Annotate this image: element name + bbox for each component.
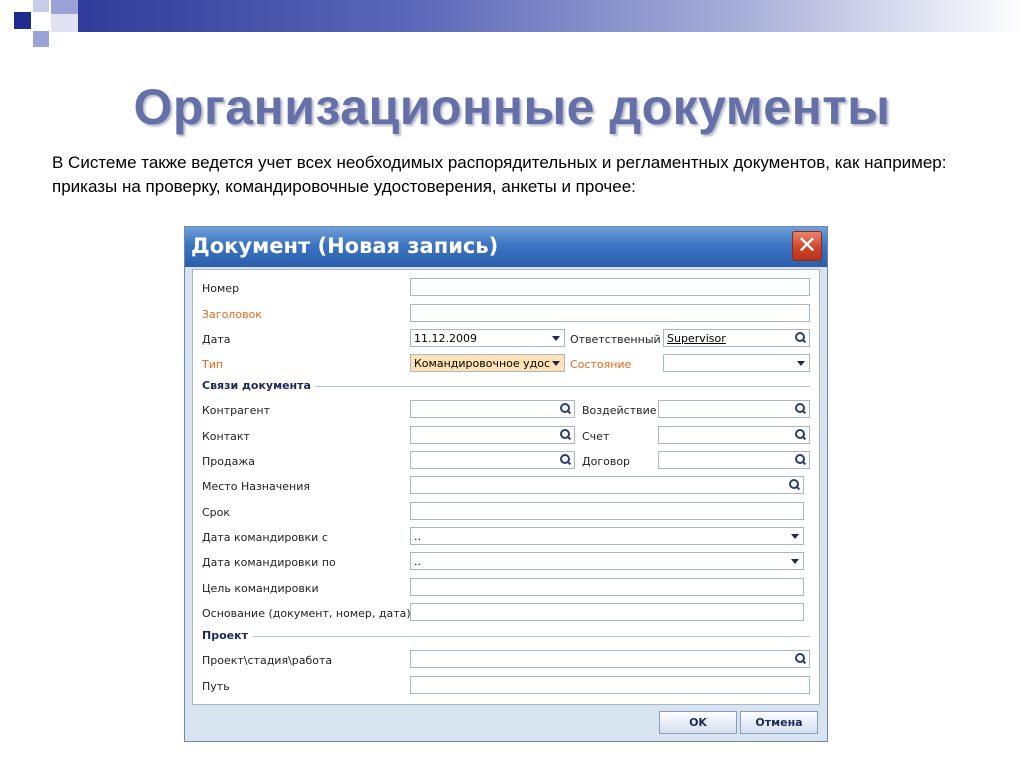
section-links-heading: Связи документа (202, 379, 311, 392)
cancel-button[interactable]: Отмена (740, 711, 818, 734)
tip-select[interactable]: Командировочное удос (410, 354, 565, 372)
label-otvetstvenny: Ответственный (570, 333, 661, 346)
cel-input[interactable] (410, 578, 804, 596)
data-date-field[interactable]: 11.12.2009 (410, 329, 565, 347)
search-icon[interactable] (793, 428, 807, 442)
label-stadiya: Проект\стадия\работа (202, 654, 333, 667)
chevron-down-icon[interactable] (788, 529, 802, 543)
label-zagolovok: Заголовок (202, 308, 262, 321)
close-button[interactable]: ✕ (792, 231, 822, 261)
label-kontakt: Контакт (202, 430, 250, 443)
data-s-date-field[interactable]: .. (410, 527, 804, 545)
dialog-form: Номер Заголовок Дата 11.12.2009 Ответств… (192, 269, 820, 705)
osnovanie-input[interactable] (410, 603, 804, 621)
chevron-down-icon[interactable] (794, 356, 808, 370)
nomer-input[interactable] (410, 278, 810, 296)
label-kontragent: Контрагент (202, 404, 271, 417)
chevron-down-icon[interactable] (788, 554, 802, 568)
label-sostoyanie: Состояние (570, 358, 632, 371)
decor-square (51, 14, 78, 32)
label-schet: Счет (582, 430, 610, 443)
label-nomer: Номер (202, 282, 240, 295)
label-tip: Тип (202, 358, 224, 371)
slide-title: Организационные документы (133, 79, 891, 135)
section-project-heading: Проект (202, 629, 248, 642)
ok-button[interactable]: OK (659, 711, 737, 734)
dogovor-lookup[interactable] (658, 451, 810, 469)
decor-square (33, 0, 49, 12)
search-icon[interactable] (793, 331, 807, 345)
label-dogovor: Договор (582, 455, 631, 468)
stadiya-lookup[interactable] (410, 650, 810, 668)
label-data: Дата (202, 333, 231, 346)
section-divider (315, 386, 810, 387)
label-data-po: Дата командировки по (202, 556, 336, 569)
otvetstvenny-value[interactable]: Supervisor (667, 332, 726, 345)
label-cel: Цель командировки (202, 582, 319, 595)
srok-input[interactable] (410, 502, 804, 520)
decor-square (33, 31, 49, 47)
slide-body-text: В Системе также ведется учет всех необхо… (52, 153, 947, 196)
search-icon[interactable] (793, 652, 807, 666)
vozdeystvie-lookup[interactable] (658, 400, 810, 418)
chevron-down-icon[interactable] (549, 331, 563, 345)
label-vozdeystvie: Воздействие (582, 404, 657, 417)
search-icon[interactable] (558, 428, 572, 442)
label-put: Путь (202, 680, 230, 693)
document-dialog: Документ (Новая запись) ✕ Номер Заголово… (184, 226, 828, 742)
sostoyanie-select[interactable] (663, 354, 810, 372)
slide-header-bar (78, 0, 1024, 32)
chevron-down-icon[interactable] (549, 356, 563, 370)
dialog-titlebar[interactable]: Документ (Новая запись) ✕ (185, 227, 827, 267)
dialog-title: Документ (Новая запись) (191, 234, 499, 258)
label-mesto: Место Назначения (202, 480, 310, 493)
search-icon[interactable] (793, 402, 807, 416)
label-data-s: Дата командировки с (202, 531, 328, 544)
otvetstvenny-lookup[interactable]: Supervisor (663, 329, 810, 347)
put-input[interactable] (410, 676, 810, 694)
label-srok: Срок (202, 506, 231, 519)
search-icon[interactable] (787, 478, 801, 492)
label-osnovanie: Основание (документ, номер, дата): (202, 607, 415, 620)
label-prodazha: Продажа (202, 455, 255, 468)
mesto-lookup[interactable] (410, 476, 804, 494)
search-icon[interactable] (558, 402, 572, 416)
kontakt-lookup[interactable] (410, 426, 575, 444)
kontragent-lookup[interactable] (410, 400, 575, 418)
section-divider (253, 636, 810, 637)
close-icon: ✕ (796, 231, 818, 259)
prodazha-lookup[interactable] (410, 451, 575, 469)
decor-square (14, 12, 31, 29)
search-icon[interactable] (793, 453, 807, 467)
zagolovok-input[interactable] (410, 304, 810, 322)
search-icon[interactable] (558, 453, 572, 467)
data-po-date-field[interactable]: .. (410, 552, 804, 570)
schet-lookup[interactable] (658, 426, 810, 444)
